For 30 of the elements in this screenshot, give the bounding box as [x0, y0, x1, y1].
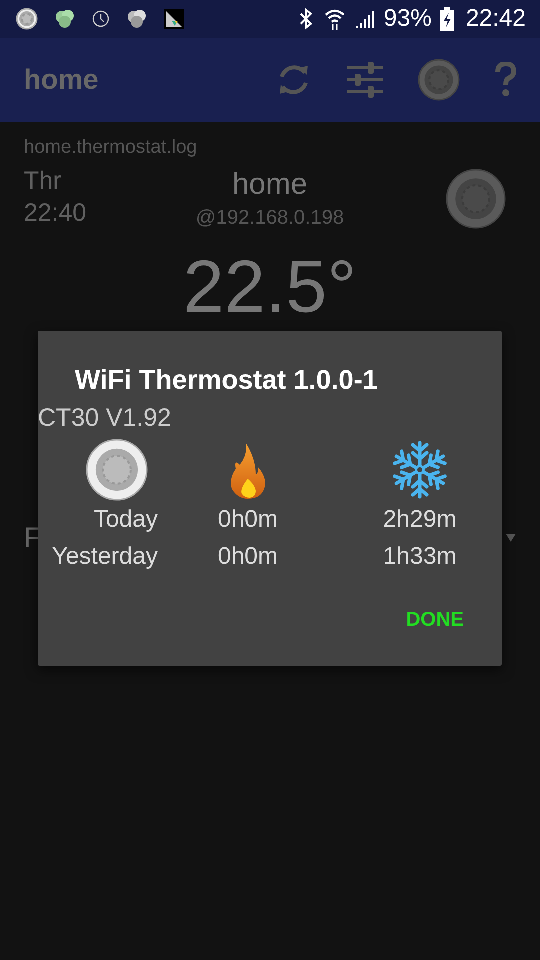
thermostat-icon[interactable]: [418, 59, 460, 101]
wifi-icon: [324, 8, 346, 30]
cooling-time: 1h33m: [382, 542, 458, 572]
day-label: Thr: [24, 166, 62, 196]
model-version: CT30 V1.92: [38, 403, 172, 433]
thermostat-icon[interactable]: [446, 168, 506, 228]
device-name: home: [232, 166, 308, 202]
help-icon[interactable]: [494, 62, 518, 98]
clock-icon: [92, 10, 110, 28]
period-label: Today: [92, 505, 158, 535]
app-title: home: [24, 63, 99, 97]
battery-icon: [440, 7, 454, 31]
caret-icon: [506, 534, 516, 542]
thermostat-icon: [86, 439, 148, 501]
dialog-title: WiFi Thermostat 1.0.0-1: [74, 364, 379, 395]
heating-time: 0h0m: [216, 505, 280, 535]
thermostat-icon: [16, 8, 38, 30]
log-filename: home.thermostat.log: [24, 136, 198, 160]
battery-percent: 93%: [384, 4, 432, 34]
heating-time: 0h0m: [216, 542, 280, 572]
time-label: 22:40: [24, 198, 88, 228]
sliders-icon[interactable]: [346, 62, 384, 98]
done-button[interactable]: DONE: [400, 601, 470, 639]
status-time: 22:42: [466, 4, 526, 34]
period-label: Yesterday: [51, 542, 158, 572]
cooling-time: 2h29m: [382, 505, 458, 535]
image-icon: [164, 9, 184, 29]
signal-icon: [354, 8, 376, 30]
device-address: @192.168.0.198: [196, 206, 344, 230]
temperature-reading: 22.5°: [183, 246, 357, 326]
